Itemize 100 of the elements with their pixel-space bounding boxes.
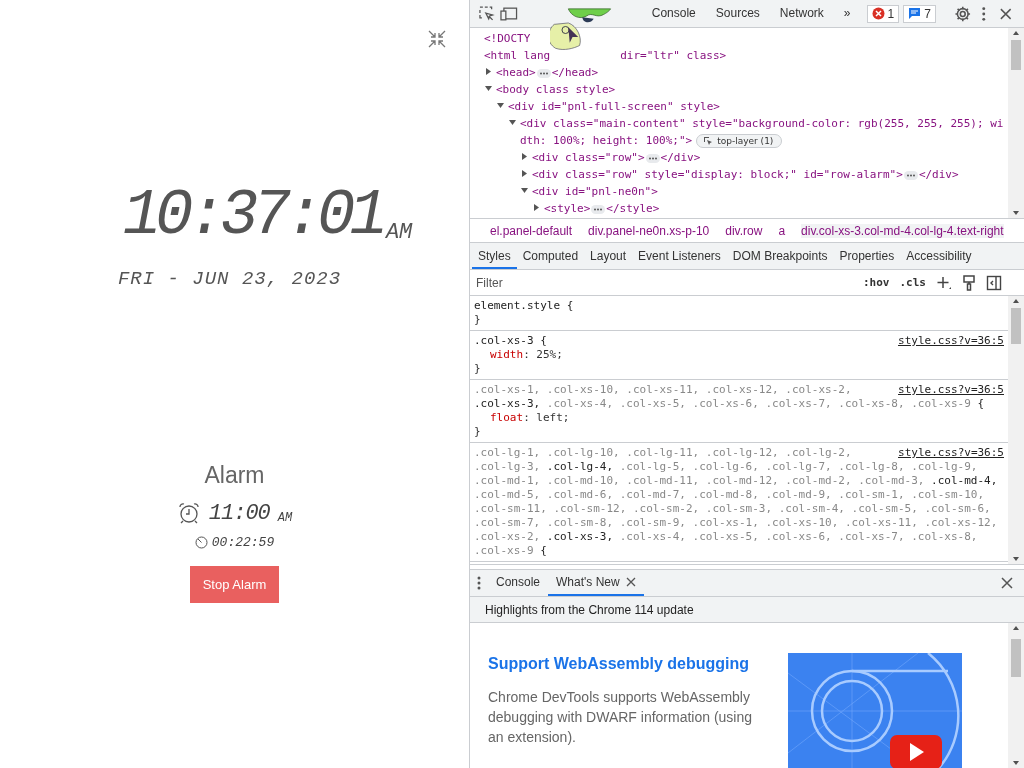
sidebar-tab[interactable]: Properties: [833, 243, 901, 269]
dom-node-text[interactable]: <head>: [496, 66, 536, 79]
css-selector: .col-xs-1,: [692, 516, 759, 529]
css-selector: .col-lg-7,: [765, 460, 832, 473]
source-link[interactable]: style.css?v=36:5: [898, 334, 1004, 348]
collapsed-triangle-icon[interactable]: [520, 152, 529, 161]
alarm-title: Alarm: [204, 462, 265, 489]
css-selector: .col-xs-3: [474, 334, 534, 347]
settings-icon[interactable]: [953, 4, 972, 23]
scrollbar-thumb[interactable]: [1011, 639, 1021, 677]
css-selector: .col-xs-9: [911, 397, 971, 410]
scrollbar-thumb[interactable]: [1011, 308, 1021, 344]
error-counter[interactable]: 1: [866, 4, 900, 23]
css-selector: .col-lg-3,: [474, 460, 541, 473]
scrollbar[interactable]: [1008, 28, 1024, 218]
alarm-countdown: 00:22:59: [211, 535, 275, 550]
message-counter[interactable]: 7: [903, 4, 936, 23]
brace-text: {: [540, 334, 547, 347]
sidebar-tab[interactable]: Layout: [584, 243, 633, 269]
css-selector: .col-lg-5,: [619, 460, 686, 473]
css-selector: .col-sm-4,: [778, 502, 845, 515]
dom-node-text[interactable]: dth: 100%; height: 100%;">: [520, 134, 693, 147]
expanded-triangle-icon[interactable]: [496, 101, 505, 110]
close-tab-icon[interactable]: [625, 577, 636, 587]
more-tabs-button[interactable]: »: [835, 0, 859, 28]
dom-node-text[interactable]: <div class="main-content" style="background-color: rgb(255, 255, 255); wi: [520, 117, 1004, 130]
ellipsis-icon[interactable]: [645, 153, 660, 163]
dom-node-text[interactable]: <div class="row" style="display: block;" id="row-alarm">: [532, 168, 903, 181]
css-selector: .col-md-4,: [931, 474, 998, 487]
css-selector: .col-xs-11,: [844, 516, 918, 529]
dom-node-text[interactable]: </style>: [606, 202, 660, 215]
expanded-triangle-icon[interactable]: [520, 186, 529, 195]
sidebar-tab[interactable]: Styles: [472, 243, 517, 269]
dom-node-text[interactable]: </div>: [660, 151, 701, 164]
scrollbar-thumb[interactable]: [1011, 40, 1021, 70]
dom-node-text[interactable]: <style>: [544, 202, 591, 215]
dom-node-text[interactable]: <div class="row">: [532, 151, 645, 164]
sidebar-tab[interactable]: DOM Breakpoints: [726, 243, 834, 269]
sidebar-tab[interactable]: Accessibility: [900, 243, 978, 269]
css-selector: .col-lg-4,: [546, 460, 614, 473]
drawer-tab[interactable]: Console: [488, 570, 549, 596]
sidebar-tab[interactable]: Computed: [516, 243, 585, 269]
panel-tab[interactable]: Network: [771, 0, 832, 28]
dom-node-text[interactable]: <div id="pnl-ne0n">: [532, 185, 658, 198]
class-toggle[interactable]: .cls: [899, 276, 926, 289]
paint-roller-icon[interactable]: [962, 274, 976, 291]
message-icon: [908, 7, 922, 20]
source-link[interactable]: style.css?v=36:5: [898, 446, 1004, 460]
breadcrumb[interactable]: div.col-xs-3.col-md-4.col-lg-4.text-right: [801, 223, 1004, 238]
expanded-triangle-icon[interactable]: [484, 84, 493, 93]
css-selector: .col-xs-8,: [838, 397, 905, 410]
collapsed-triangle-icon[interactable]: [484, 67, 493, 76]
panel-tab[interactable]: Console: [643, 0, 704, 28]
css-selector: .col-xs-6,: [692, 397, 759, 410]
hover-state-toggle[interactable]: :hov: [863, 276, 890, 289]
brace-text: {: [540, 544, 547, 557]
dom-node-text[interactable]: <body class style>: [496, 83, 616, 96]
dom-node-text[interactable]: </head>: [551, 66, 599, 79]
breadcrumb[interactable]: a: [778, 223, 786, 238]
breadcrumb[interactable]: el.panel-default: [490, 223, 573, 238]
scrollbar[interactable]: [1008, 296, 1024, 564]
scrollbar[interactable]: [1008, 623, 1024, 768]
css-selector: .col-md-11,: [626, 474, 700, 487]
top-layer-badge[interactable]: top-layer (1): [696, 134, 783, 148]
breadcrumb[interactable]: div.panel-ne0n.xs-p-10: [588, 223, 710, 238]
sidebar-toggle-icon[interactable]: [986, 274, 1002, 291]
breadcrumb[interactable]: div.row: [725, 223, 763, 238]
css-selector: .col-md-3,: [858, 474, 925, 487]
dom-node-text[interactable]: dir="ltr" class>: [620, 49, 727, 62]
sidebar-tab[interactable]: Event Listeners: [632, 243, 727, 269]
css-selector: .col-xs-9: [474, 544, 534, 557]
exit-fullscreen-icon[interactable]: [427, 29, 447, 49]
css-declaration[interactable]: width: 25%;: [474, 348, 1004, 362]
css-selector: .col-md-5,: [474, 488, 541, 501]
css-selector: .col-xs-7,: [838, 530, 905, 543]
dom-node-text[interactable]: <div id="pnl-full-screen" style>: [508, 100, 720, 113]
css-selector: .col-lg-8,: [838, 460, 905, 473]
article-heading[interactable]: Support WebAssembly debugging: [488, 655, 768, 673]
video-thumbnail-drawing[interactable]: [788, 653, 962, 768]
brace-text: }: [474, 425, 482, 439]
collapsed-triangle-icon[interactable]: [520, 169, 529, 178]
css-selector: .col-xs-11,: [626, 383, 700, 396]
dom-node-text[interactable]: </div>: [918, 168, 959, 181]
plus-icon[interactable]: [936, 274, 952, 291]
dom-node-text[interactable]: <!DOCTY: [484, 32, 531, 45]
clock-date: FRI - JUN 23, 2023: [117, 268, 342, 290]
source-link[interactable]: style.css?v=36:5: [898, 383, 1004, 397]
ellipsis-icon[interactable]: [591, 204, 606, 214]
css-selector: .col-sm-12,: [553, 502, 627, 515]
panel-tab[interactable]: Sources: [707, 0, 768, 28]
css-declaration[interactable]: float: left;: [474, 411, 1004, 425]
collapsed-triangle-icon[interactable]: [532, 203, 541, 212]
expanded-triangle-icon[interactable]: [508, 118, 517, 127]
ellipsis-icon[interactable]: [536, 68, 551, 78]
css-selector: .col-xs-3,: [474, 397, 541, 410]
inspect-element-icon[interactable]: [478, 4, 496, 23]
css-selector: .col-sm-10,: [911, 488, 984, 501]
css-selector: .col-xs-4,: [546, 397, 614, 410]
dom-node-text[interactable]: <html lang: [484, 49, 551, 62]
ellipsis-icon[interactable]: [903, 170, 918, 180]
